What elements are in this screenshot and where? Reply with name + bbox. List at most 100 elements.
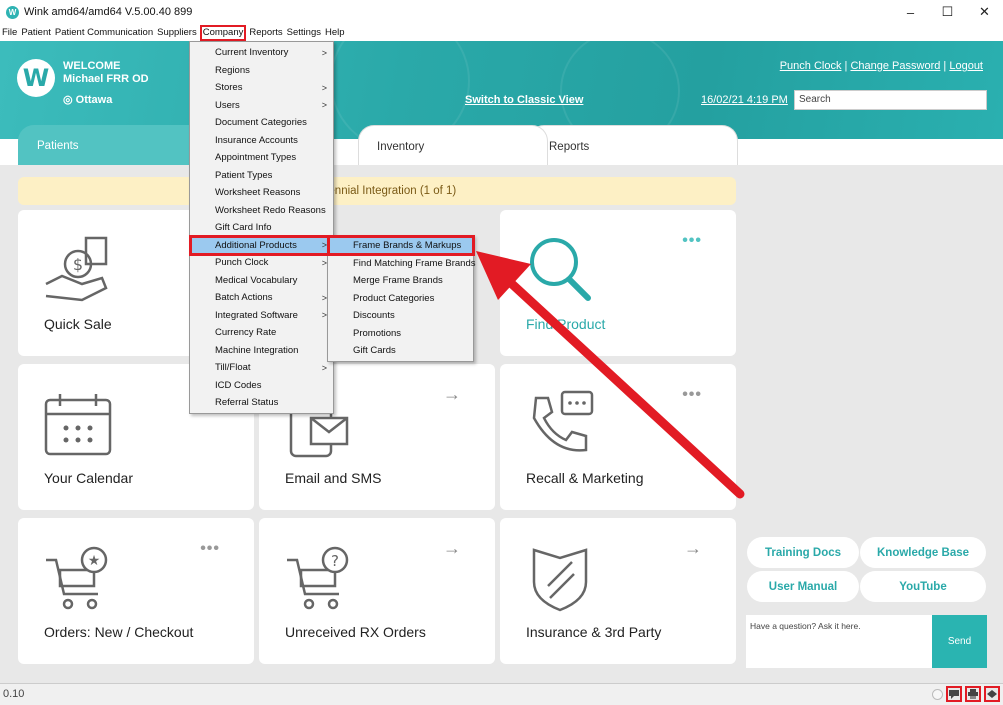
change-password-link[interactable]: Change Password <box>850 60 940 72</box>
menu-item-till-float[interactable]: Till/Float > <box>191 359 332 376</box>
menu-item-discounts[interactable]: Discounts <box>329 307 473 324</box>
more-options-icon[interactable]: ••• <box>200 540 220 558</box>
menu-item-label: Punch Clock <box>215 257 269 268</box>
location-name: Ottawa <box>75 94 113 106</box>
tile-recall-marketing[interactable]: ••• Recall & Marketing <box>500 364 736 510</box>
tile-orders[interactable]: ★ ••• Orders: New / Checkout <box>18 518 254 664</box>
youtube-button[interactable]: YouTube <box>860 571 986 602</box>
tile-insurance[interactable]: → Insurance & 3rd Party <box>500 518 736 664</box>
separator: | <box>844 60 848 72</box>
logout-link[interactable]: Logout <box>949 60 983 72</box>
phone-chat-icon <box>532 390 594 452</box>
menu-item-label: Worksheet Redo Reasons <box>215 204 326 216</box>
menu-item-label: Current Inventory <box>215 47 289 58</box>
menu-item-icd-codes[interactable]: ICD Codes <box>191 377 332 394</box>
menu-item-regions[interactable]: Regions <box>191 62 332 79</box>
more-options-icon[interactable]: ••• <box>682 232 702 250</box>
tab-inventory[interactable]: Inventory <box>358 125 548 167</box>
menu-help[interactable]: Help <box>323 27 347 38</box>
menu-item-worksheet-reasons[interactable]: Worksheet Reasons <box>191 184 332 201</box>
training-docs-button[interactable]: Training Docs <box>747 537 859 568</box>
scanner-icon[interactable] <box>984 686 1000 702</box>
menu-item-patient-types[interactable]: Patient Types <box>191 167 332 184</box>
menu-item-stores[interactable]: Stores > <box>191 79 332 96</box>
menu-item-merge-frame-brands[interactable]: Merge Frame Brands <box>329 272 473 289</box>
svg-text:$: $ <box>73 255 83 274</box>
shield-icon <box>532 548 588 612</box>
menu-bar: File Patient Patient Communication Suppl… <box>0 24 1003 41</box>
menu-item-users[interactable]: Users > <box>191 97 332 114</box>
tile-find-product[interactable]: ••• Find Product <box>500 210 736 356</box>
chat-icon[interactable] <box>946 686 962 702</box>
menu-settings[interactable]: Settings <box>285 27 323 38</box>
menu-item-currency-rate[interactable]: Currency Rate <box>191 324 332 341</box>
calendar-icon <box>44 394 112 456</box>
menu-item-medical-vocabulary[interactable]: Medical Vocabulary <box>191 272 332 289</box>
wink-logo-icon: W <box>17 59 55 97</box>
menu-item-integrated-software[interactable]: Integrated Software > <box>191 307 332 324</box>
orders-label: Orders: New / Checkout <box>44 624 194 640</box>
menu-item-gift-cards[interactable]: Gift Cards <box>329 342 473 359</box>
menu-item-label: Document Categories <box>215 117 307 128</box>
more-options-icon[interactable]: ••• <box>682 386 702 404</box>
company-menu-dropdown: Current Inventory > Regions Stores > Users… <box>189 41 334 414</box>
menu-item-worksheet-redo-reasons[interactable]: Worksheet Redo Reasons <box>191 202 332 219</box>
switch-classic-view-link[interactable]: Switch to Classic View <box>465 94 583 106</box>
tile-unreceived-orders[interactable]: ? → Unreceived RX Orders <box>259 518 495 664</box>
location: ◎ Ottawa <box>63 93 112 106</box>
menu-item-label: Machine Integration <box>215 344 299 356</box>
menu-item-additional-products[interactable]: Additional Products > <box>189 234 334 256</box>
menu-item-label: Integrated Software <box>215 309 298 321</box>
knowledge-base-button[interactable]: Knowledge Base <box>860 537 986 568</box>
recall-label: Recall & Marketing <box>526 470 644 486</box>
menu-suppliers[interactable]: Suppliers <box>155 27 199 38</box>
menu-patient[interactable]: Patient <box>19 27 53 38</box>
menu-company[interactable]: Company <box>199 24 247 41</box>
minimize-button[interactable]: – <box>892 0 929 24</box>
menu-item-product-categories[interactable]: Product Categories <box>329 290 473 307</box>
user-manual-button[interactable]: User Manual <box>747 571 859 602</box>
maximize-button[interactable]: ☐ <box>929 0 966 24</box>
arrow-right-icon[interactable]: → <box>443 384 461 405</box>
punch-clock-link[interactable]: Punch Clock <box>780 60 842 72</box>
submenu-arrow-icon: > <box>321 82 327 93</box>
search-input[interactable]: Search <box>794 90 987 110</box>
submenu-arrow-icon: > <box>321 47 327 58</box>
menu-item-label: Users <box>215 99 240 111</box>
cart-question-icon: ? <box>287 546 349 610</box>
arrow-right-icon[interactable]: → <box>443 538 461 559</box>
calendar-label: Your Calendar <box>44 470 133 486</box>
tab-reports[interactable]: Reports <box>528 125 738 167</box>
dashboard: : Centennial Integration (1 of 1) $ Quic… <box>0 165 1003 683</box>
menu-item-appointment-types[interactable]: Appointment Types <box>191 149 332 166</box>
menu-item-label: Insurance Accounts <box>215 134 298 146</box>
menu-item-machine-integration[interactable]: Machine Integration <box>191 342 332 359</box>
email-sms-label: Email and SMS <box>285 470 382 486</box>
menu-item-punch-clock[interactable]: Punch Clock > <box>191 254 332 271</box>
ask-question-input[interactable]: Have a question? Ask it here. <box>746 615 932 668</box>
unreceived-label: Unreceived RX Orders <box>285 624 426 640</box>
menu-item-current-inventory[interactable]: Current Inventory > <box>191 44 332 61</box>
menu-file[interactable]: File <box>0 27 19 38</box>
arrow-right-icon[interactable]: → <box>684 538 702 559</box>
menu-item-batch-actions[interactable]: Batch Actions > <box>191 289 332 306</box>
menu-item-frame-brands-markups[interactable]: Frame Brands & Markups <box>327 235 475 256</box>
menu-item-document-categories[interactable]: Document Categories <box>191 114 332 131</box>
welcome-label: WELCOME <box>63 60 121 72</box>
submenu-arrow-icon: > <box>321 362 327 373</box>
menu-item-find-matching-frame-brands[interactable]: Find Matching Frame Brands <box>329 255 476 272</box>
menu-patient-communication[interactable]: Patient Communication <box>53 27 155 38</box>
send-button[interactable]: Send <box>932 615 987 668</box>
printer-icon[interactable] <box>965 686 981 702</box>
cart-star-icon: ★ <box>46 546 108 610</box>
menu-item-label: Patient Types <box>215 169 273 181</box>
integration-banner[interactable]: : Centennial Integration (1 of 1) <box>18 177 736 205</box>
menu-item-referral-status[interactable]: Referral Status <box>191 394 332 411</box>
menu-reports[interactable]: Reports <box>247 27 284 38</box>
menu-item-gift-card-info[interactable]: Gift Card Info <box>191 219 332 236</box>
connection-status-icon <box>932 688 943 700</box>
menu-item-insurance-accounts[interactable]: Insurance Accounts <box>191 132 332 149</box>
close-button[interactable]: ✕ <box>966 0 1003 24</box>
status-bar: 0.10 <box>0 683 1003 705</box>
menu-item-promotions[interactable]: Promotions <box>329 325 473 342</box>
